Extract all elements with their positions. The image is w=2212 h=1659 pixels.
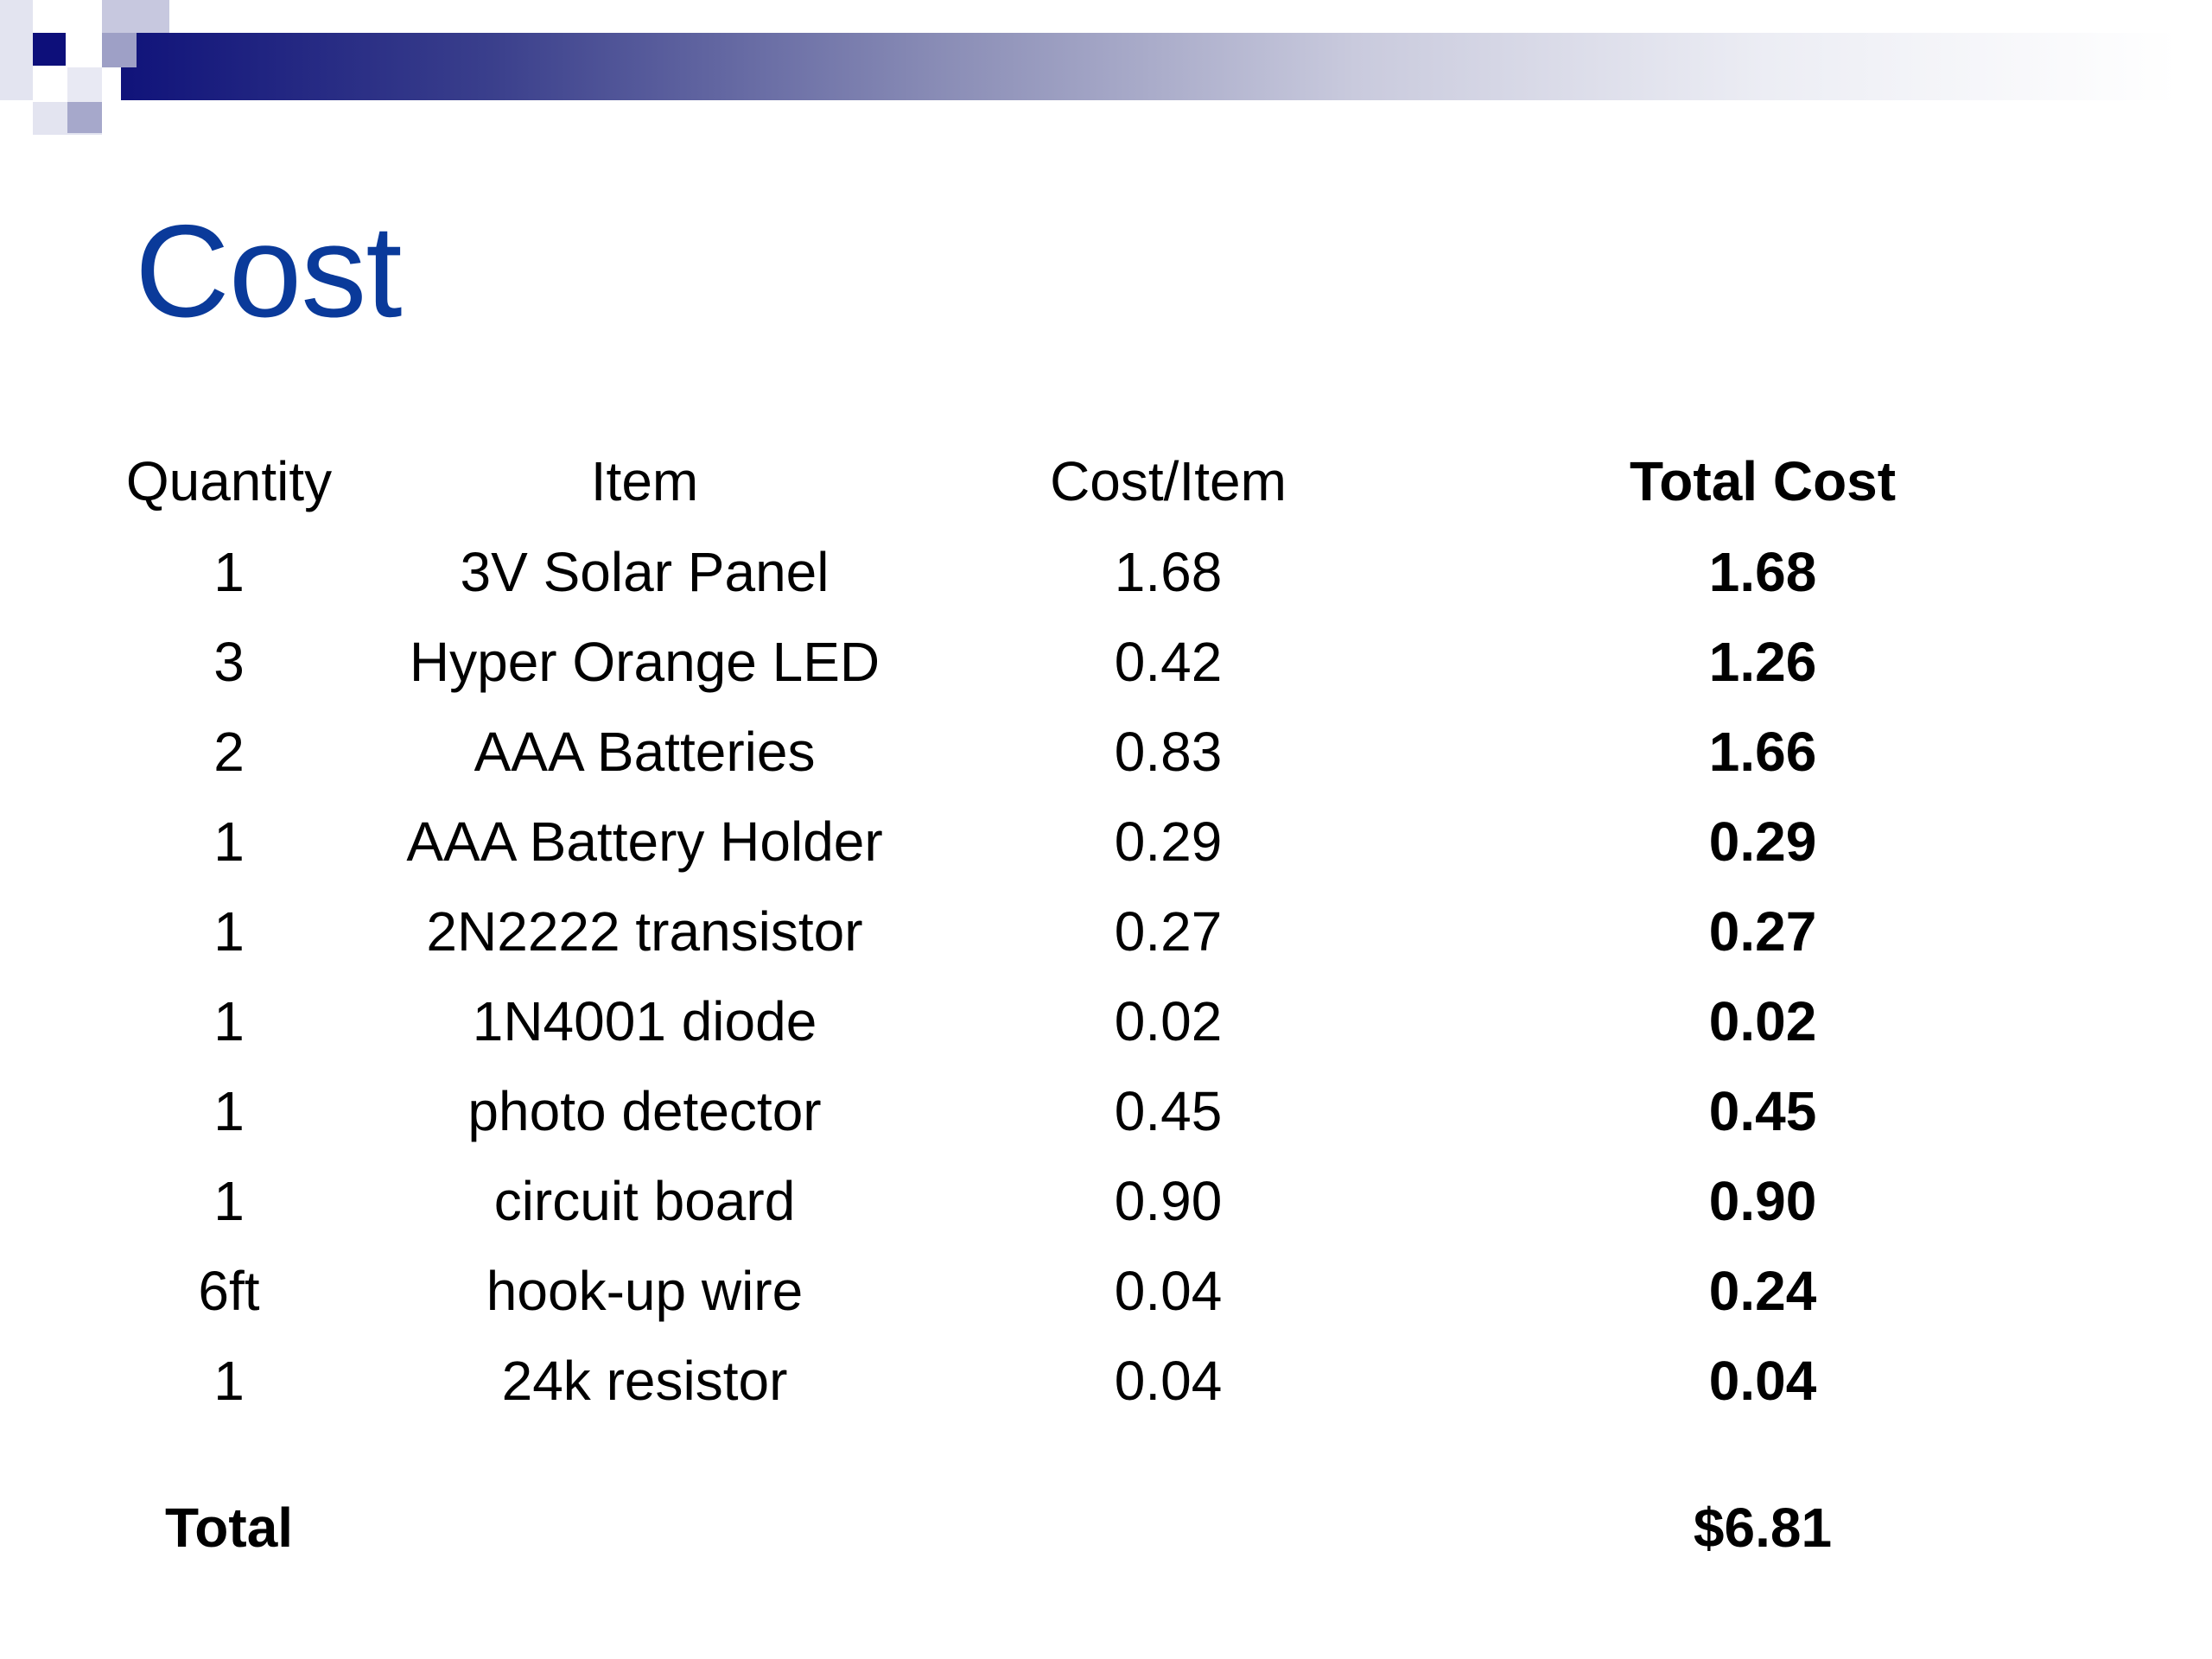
table-cell-cost-per-item: 0.02: [1114, 990, 1223, 1052]
table-cell-quantity: 1: [213, 1170, 245, 1232]
table-cell-quantity: 3: [213, 631, 245, 693]
table-cell-item: AAA Battery Holder: [406, 810, 883, 873]
table-cell-cost-per-item: 0.42: [1114, 631, 1223, 693]
table-cell-cost-per-item: 0.04: [1114, 1260, 1223, 1322]
table-cell-item: photo detector: [467, 1080, 822, 1142]
column-header-cost-per-item: Cost/Item: [1050, 450, 1287, 512]
table-cell-quantity: 1: [213, 900, 245, 963]
table-cell-cost-per-item: 0.45: [1114, 1080, 1223, 1142]
table-cell-total-cost: 0.45: [1708, 1080, 1817, 1142]
table-cell-item: AAA Batteries: [474, 721, 816, 783]
table-cell-cost-per-item: 0.90: [1114, 1170, 1223, 1232]
table-cell-item: 1N4001 diode: [472, 990, 817, 1052]
table-cell-total-cost: 0.90: [1708, 1170, 1817, 1232]
table-cell-total-cost: 1.26: [1708, 631, 1817, 693]
column-header-quantity: Quantity: [125, 450, 333, 512]
total-value: $6.81: [1693, 1497, 1833, 1559]
column-header-item: Item: [590, 450, 699, 512]
slide: Cost Quantity Item Cost/Item Total Cost …: [0, 0, 2212, 1659]
table-cell-item: hook-up wire: [486, 1260, 804, 1322]
cost-table: Quantity Item Cost/Item Total Cost 1 3V …: [0, 0, 2212, 1659]
table-cell-quantity: 1: [213, 1080, 245, 1142]
table-cell-total-cost: 0.27: [1708, 900, 1817, 963]
total-label: Total: [164, 1497, 294, 1559]
table-cell-cost-per-item: 0.83: [1114, 721, 1223, 783]
table-cell-item: 24k resistor: [501, 1350, 788, 1412]
table-cell-quantity: 1: [213, 1350, 245, 1412]
table-cell-item: 3V Solar Panel: [460, 541, 830, 603]
table-cell-item: Hyper Orange LED: [409, 631, 880, 693]
table-cell-cost-per-item: 0.27: [1114, 900, 1223, 963]
table-cell-quantity: 1: [213, 990, 245, 1052]
table-cell-total-cost: 0.02: [1708, 990, 1817, 1052]
table-cell-total-cost: 0.04: [1708, 1350, 1817, 1412]
table-cell-cost-per-item: 0.04: [1114, 1350, 1223, 1412]
table-cell-total-cost: 0.24: [1708, 1260, 1817, 1322]
table-cell-total-cost: 1.66: [1708, 721, 1817, 783]
table-cell-quantity: 2: [213, 721, 245, 783]
column-header-total-cost: Total Cost: [1629, 450, 1897, 512]
table-cell-cost-per-item: 0.29: [1114, 810, 1223, 873]
table-cell-quantity: 1: [213, 541, 245, 603]
table-cell-total-cost: 1.68: [1708, 541, 1817, 603]
table-cell-quantity: 6ft: [198, 1260, 260, 1322]
table-cell-item: circuit board: [493, 1170, 796, 1232]
table-cell-quantity: 1: [213, 810, 245, 873]
table-cell-item: 2N2222 transistor: [426, 900, 863, 963]
table-cell-cost-per-item: 1.68: [1114, 541, 1223, 603]
table-cell-total-cost: 0.29: [1708, 810, 1817, 873]
